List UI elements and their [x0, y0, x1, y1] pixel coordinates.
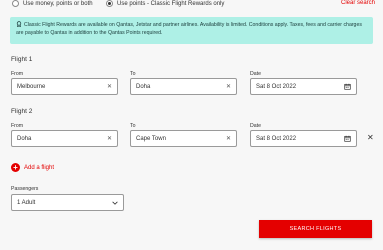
passengers-value: 1 Adult — [17, 199, 36, 206]
chevron-down-icon — [112, 201, 118, 205]
flight-2-date-value: Sat 8 Oct 2022 — [256, 135, 297, 142]
flight-1-from-input[interactable]: Melbourne ✕ — [11, 78, 118, 95]
flight-2-to-value: Cape Town — [136, 135, 166, 142]
flight-1-title: Flight 1 — [11, 56, 33, 63]
clear-from-icon[interactable]: ✕ — [107, 84, 112, 90]
flight-1-to-value: Doha — [136, 83, 151, 90]
award-icon — [16, 21, 22, 27]
flight-2-date-label: Date — [250, 123, 261, 129]
passengers-label: Passengers — [11, 186, 39, 192]
add-flight-button[interactable]: + Add a flight — [11, 163, 54, 172]
clear-to-icon[interactable]: ✕ — [226, 136, 231, 142]
flight-1-date-label: Date — [250, 71, 261, 77]
flight-1-from-value: Melbourne — [17, 83, 46, 90]
clear-from-icon[interactable]: ✕ — [107, 136, 112, 142]
flight-2-from-value: Doha — [17, 135, 32, 142]
clear-search-link[interactable]: Clear search — [341, 0, 375, 6]
calendar-icon[interactable] — [344, 135, 351, 142]
flight-2-title: Flight 2 — [11, 108, 33, 115]
flight-2-date-input[interactable]: Sat 8 Oct 2022 — [250, 130, 357, 147]
plus-icon: + — [11, 163, 20, 172]
flight-1-date-input[interactable]: Sat 8 Oct 2022 — [250, 78, 357, 95]
radio-money-points[interactable]: Use money, points or both — [12, 0, 93, 7]
notice-text: Classic Flight Rewards are available on … — [16, 22, 362, 36]
search-flights-button[interactable]: SEARCH FLIGHTS — [259, 220, 372, 238]
calendar-icon[interactable] — [344, 83, 351, 90]
radio-unchecked-icon[interactable] — [12, 0, 19, 7]
radio-points-only-label: Use points - Classic Flight Rewards only — [117, 0, 225, 7]
radio-checked-icon[interactable] — [106, 0, 113, 7]
flight-2-from-label: From — [11, 123, 24, 129]
radio-money-points-label: Use money, points or both — [23, 0, 93, 7]
payment-options: Use money, points or both Use points - C… — [12, 0, 377, 10]
flight-2-from-input[interactable]: Doha ✕ — [11, 130, 118, 147]
passengers-select[interactable]: 1 Adult — [11, 194, 124, 211]
flight-1-from-label: From — [11, 71, 24, 77]
clear-to-icon[interactable]: ✕ — [226, 84, 231, 90]
flight-1-to-label: To — [130, 71, 136, 77]
add-flight-label: Add a flight — [24, 164, 55, 171]
classic-rewards-notice: Classic Flight Rewards are available on … — [10, 17, 373, 44]
flight-1-date-value: Sat 8 Oct 2022 — [256, 83, 297, 90]
flight-1-to-input[interactable]: Doha ✕ — [130, 78, 237, 95]
flight-2-to-label: To — [130, 123, 136, 129]
remove-flight-icon[interactable]: ✕ — [367, 134, 374, 142]
radio-points-only[interactable]: Use points - Classic Flight Rewards only — [106, 0, 224, 7]
flight-2-to-input[interactable]: Cape Town ✕ — [130, 130, 237, 147]
